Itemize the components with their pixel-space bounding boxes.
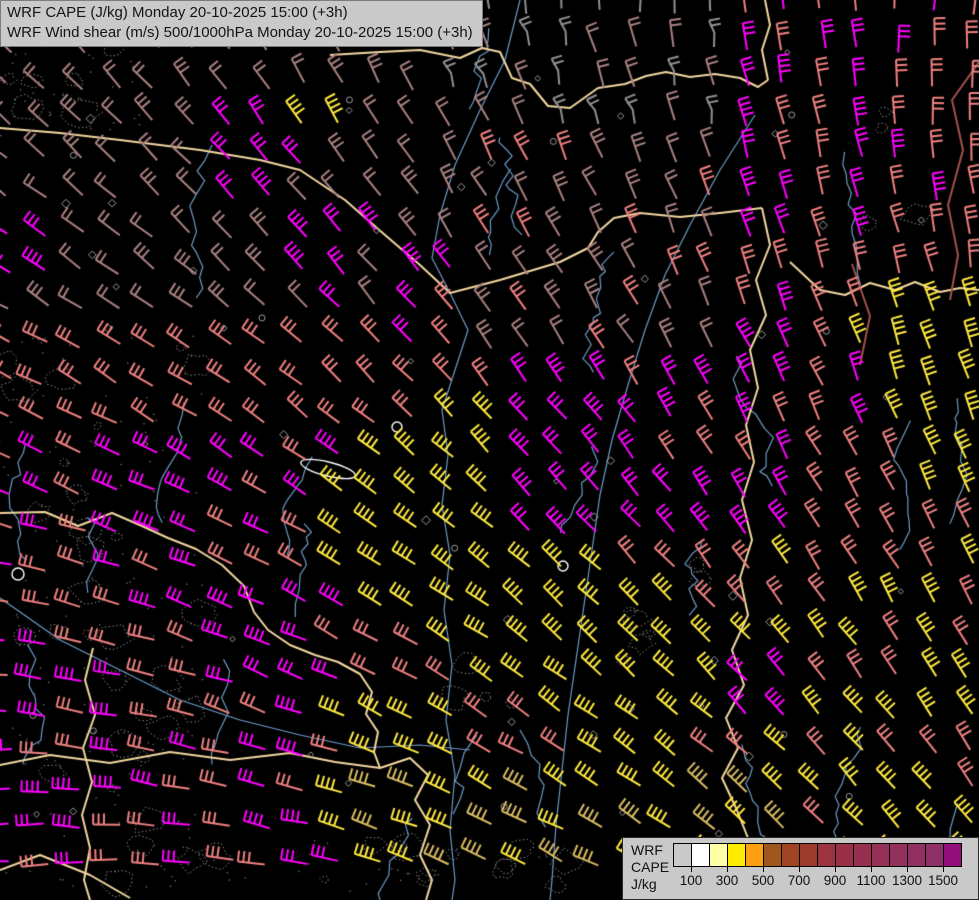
legend-tick-mark: [907, 867, 908, 872]
legend-label-line2: CAPE: [631, 859, 670, 875]
legend-tick-mark: [835, 867, 836, 872]
legend-color-box: [925, 843, 944, 867]
weather-map: WRF CAPE (J/kg) Monday 20-10-2025 15:00 …: [0, 0, 979, 900]
legend-color-box: [673, 843, 692, 867]
legend-color-box: [889, 843, 908, 867]
legend-tick-mark: [763, 867, 764, 872]
legend-color-box: [727, 843, 746, 867]
legend-color-box: [781, 843, 800, 867]
legend-color-box: [763, 843, 782, 867]
title-line-shear: WRF Wind shear (m/s) 500/1000hPa Monday …: [7, 24, 473, 41]
legend-color-box: [817, 843, 836, 867]
legend-label-line1: WRF: [631, 842, 663, 858]
legend-tick-mark: [727, 867, 728, 872]
legend-tick-mark: [943, 867, 944, 872]
legend-color-box: [691, 843, 710, 867]
legend-tick-mark: [799, 867, 800, 872]
legend-color-box: [943, 843, 962, 867]
legend-colorbar: 100 300 500 700 900 1100 1300 1500: [673, 843, 962, 888]
legend-color-box: [709, 843, 728, 867]
legend-color-box: [907, 843, 926, 867]
legend-color-box: [853, 843, 872, 867]
legend-color-box: [835, 843, 854, 867]
legend-color-box: [871, 843, 890, 867]
legend-tick-mark: [871, 867, 872, 872]
legend-tick-mark: [691, 867, 692, 872]
legend-label: WRF CAPE J/kg: [631, 842, 669, 893]
legend-label-line3: J/kg: [631, 876, 657, 892]
title-panel: WRF CAPE (J/kg) Monday 20-10-2025 15:00 …: [0, 0, 483, 47]
legend-color-box: [745, 843, 764, 867]
legend-tick-label: 1500: [927, 873, 959, 888]
title-line-cape: WRF CAPE (J/kg) Monday 20-10-2025 15:00 …: [7, 4, 348, 21]
map-canvas: [0, 0, 979, 900]
cape-legend: WRF CAPE J/kg 100 300 500 700 900 1100 1300 150…: [622, 837, 979, 900]
legend-color-box: [799, 843, 818, 867]
